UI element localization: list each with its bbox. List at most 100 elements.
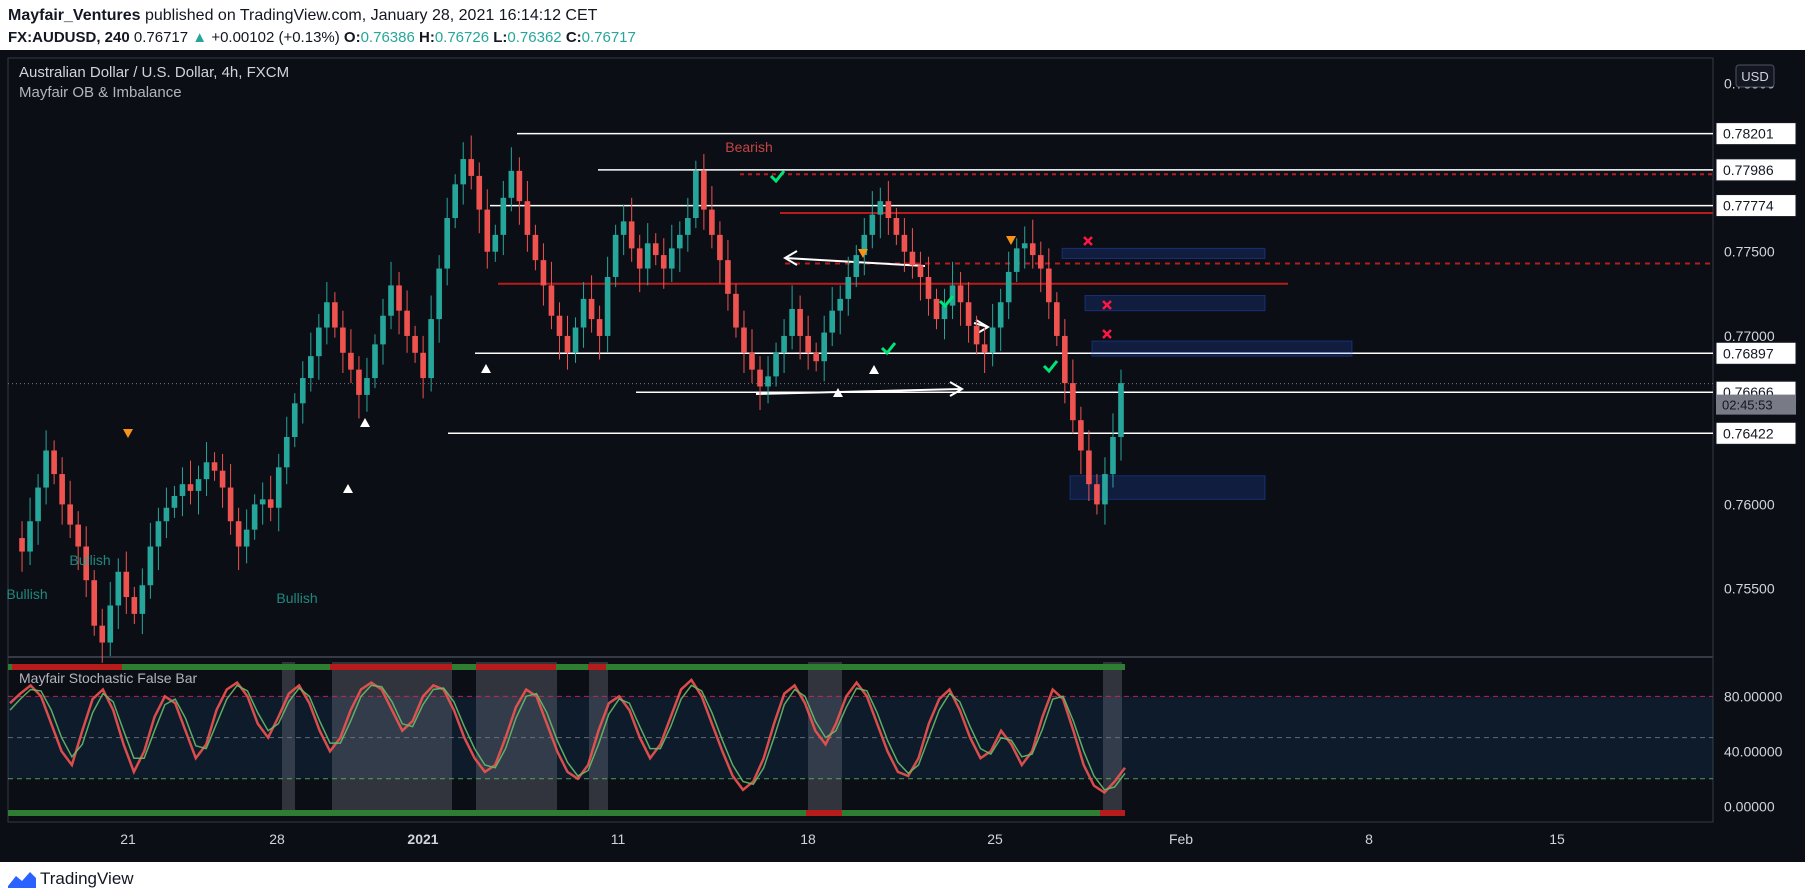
candle-body (917, 265, 924, 277)
candle-body (620, 221, 627, 235)
time-tick-label: 21 (120, 831, 136, 847)
candle-body (1094, 484, 1100, 505)
candle-body (580, 298, 587, 328)
candle-body (1070, 383, 1076, 421)
candle-body (612, 234, 619, 277)
candle-body (75, 524, 81, 547)
candle-body (532, 234, 539, 261)
candle-body (588, 298, 595, 320)
high-label: H: (419, 29, 435, 46)
candle-body (805, 335, 811, 353)
candle-body (396, 285, 402, 311)
candle-body (725, 260, 731, 294)
candle-body (476, 175, 483, 210)
candle-body (147, 546, 154, 586)
candle-body (163, 507, 170, 522)
highlight-zone (282, 662, 295, 812)
footer-bar: TradingView (0, 862, 1805, 895)
pane-title: Australian Dollar / U.S. Dollar, 4h, FXC… (19, 64, 289, 81)
candle-body (540, 260, 547, 286)
candle-body (709, 209, 715, 235)
candle-body (909, 251, 916, 266)
author-name[interactable]: Mayfair_Ventures (8, 7, 141, 24)
down-triangle-icon (123, 429, 133, 438)
candle-body (444, 218, 450, 269)
signal-label: Bullish (276, 590, 317, 606)
tradingview-logo-icon[interactable] (8, 870, 36, 888)
imbalance-box (1061, 247, 1266, 259)
candle-body (1110, 437, 1116, 475)
candle-body (1029, 243, 1036, 256)
candle-body (67, 504, 73, 525)
candle-body (1062, 335, 1068, 384)
candle-body (308, 356, 314, 379)
candle-body (989, 327, 996, 353)
candle-body (829, 310, 836, 333)
candle-body (749, 352, 755, 370)
candle-body (596, 319, 603, 336)
candle-body (676, 234, 683, 249)
symbol-label: FX:AUDUSD, 240 (8, 29, 130, 46)
candle-body (171, 495, 178, 508)
candle-body (99, 625, 106, 643)
candle-body (259, 499, 266, 505)
candle-body (556, 315, 563, 336)
candle-body (364, 378, 370, 395)
candle-body (211, 462, 218, 471)
time-tick-label: 28 (269, 831, 285, 847)
candle-body (267, 499, 274, 508)
candle-body (997, 302, 1004, 328)
candle-body (59, 474, 65, 505)
candle-body (380, 315, 386, 345)
candle-body (412, 335, 418, 353)
indicator-drawings: 0.782010.779860.777740.768970.766660.764… (8, 122, 1797, 500)
candle-body (516, 170, 523, 202)
highlight-zone (476, 662, 557, 812)
osc-tick-label: 40.00000 (1724, 743, 1783, 759)
candle-body (235, 521, 242, 547)
candle-body (1013, 248, 1020, 272)
candle-body (885, 201, 892, 219)
price-change: +0.00102 (+0.13%) (211, 29, 340, 46)
chart-svg[interactable]: 0.782010.779860.777740.768970.766660.764… (0, 50, 1805, 862)
tradingview-brand[interactable]: TradingView (40, 869, 134, 889)
check-icon (880, 342, 897, 356)
candle-body (765, 376, 771, 387)
candle-body (372, 344, 378, 379)
candle-body (757, 369, 763, 387)
candle-body (636, 248, 643, 269)
time-tick-label: 11 (611, 831, 626, 847)
candle-body (115, 571, 122, 606)
ohlc-line: FX:AUDUSD, 240 0.76717 ▲ +0.00102 (+0.13… (8, 29, 636, 46)
candle-body (877, 201, 884, 215)
candle-body (1021, 243, 1028, 249)
candle-body (837, 298, 844, 311)
candle-body (717, 234, 723, 261)
candle-body (933, 298, 940, 320)
candle-body (203, 462, 210, 480)
time-tick-label: Feb (1169, 831, 1193, 847)
level-label: 0.77986 (1723, 162, 1774, 178)
candle-body (925, 276, 932, 299)
chart-area[interactable]: 0.78201 0.77986 0.77774 0.76897 0.76666 0.764… (0, 50, 1805, 862)
candle-body (1078, 420, 1084, 451)
candle-body (51, 450, 57, 475)
candle-body (701, 170, 707, 210)
candle-body (27, 521, 33, 552)
candle-body (492, 234, 499, 252)
candle-body (356, 369, 362, 395)
candle-body (348, 352, 354, 370)
candle-body (324, 302, 330, 328)
candle-body (428, 319, 434, 379)
candle-body (957, 285, 964, 303)
candle-body (275, 467, 282, 508)
candle-body (564, 335, 571, 353)
low-label: L: (493, 29, 508, 46)
top-signal-red (476, 664, 556, 670)
top-signal-red (330, 664, 452, 670)
candle-body (901, 234, 908, 252)
publish-header: Mayfair_Ventures published on TradingVie… (0, 0, 1805, 50)
candle-body (436, 268, 442, 320)
high-value: 0.76726 (434, 29, 490, 46)
candle-body (845, 276, 852, 299)
